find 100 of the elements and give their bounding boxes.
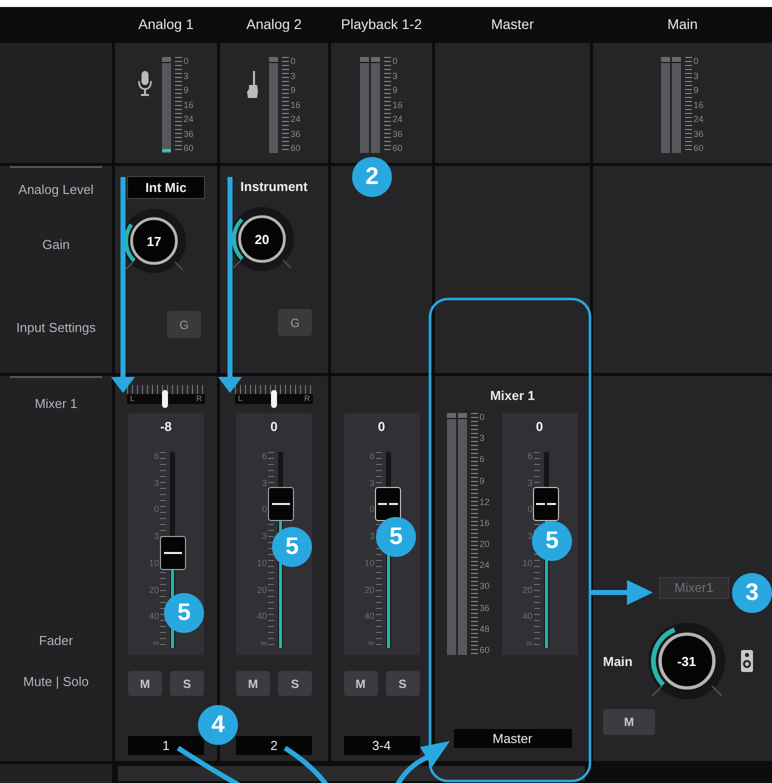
scale-label: 40 [256,612,267,622]
scale-label: ∞ [368,638,374,648]
scale-label: 20 [522,586,532,595]
mute-button[interactable]: M [236,671,270,696]
scale-label: 24 [479,561,490,570]
scale-label: 10 [522,558,532,568]
scale-label: 10 [364,558,374,568]
fader-value: 0 [378,419,386,434]
scale-label: 24 [693,115,704,124]
scale-label: 0 [154,505,159,514]
scale-label: 3 [183,72,190,80]
column-title: Playback 1-2 [341,16,422,32]
scale-label: 30 [479,582,490,592]
fader-value: 0 [270,419,278,434]
scale-label: 0 [183,57,190,66]
scale-label: 6 [154,452,159,461]
mix-title: Mixer 1 [490,388,535,403]
scale-label: 9 [392,86,398,95]
scale-label: 0 [262,505,267,514]
scale-label: 16 [290,100,300,110]
scale-label: 3 [369,532,374,542]
scale-label: 3 [154,478,159,488]
scale-label: 40 [364,612,374,622]
scale-label: 12 [479,498,490,507]
row-label: Mute | Solo [23,674,89,689]
scale-label: 48 [479,624,490,634]
scale-label: 3 [392,72,398,80]
scale-label: 36 [479,604,490,613]
scale-label: 60 [290,144,300,153]
row-label: Gain [42,237,70,252]
column-title: Analog 2 [246,16,302,32]
scale-label: 0 [527,505,532,514]
pan-slider[interactable]: L R [127,385,205,407]
mute-button[interactable]: M [344,671,378,696]
channel-name-field[interactable]: 3-4 [344,736,420,755]
channel-name-field[interactable]: Master [454,729,572,748]
row-label: Analog Level [18,182,94,197]
scale-label: 16 [392,100,402,110]
scale-label: 40 [522,612,532,622]
scale-label: 10 [148,558,159,568]
scale-label: 36 [693,130,704,138]
scale-label: 20 [148,586,159,595]
solo-button[interactable]: S [278,671,312,696]
scale-label: 6 [262,452,267,461]
scale-label: 60 [183,144,194,153]
column-title: Main [667,16,698,32]
scale-label: 3 [479,434,486,444]
solo-button[interactable]: S [170,671,204,696]
scale-label: 6 [369,452,374,461]
mute-button[interactable]: M [603,709,655,735]
channel-name-field[interactable]: 1 [128,736,204,755]
scale-label: 6 [527,452,532,461]
output-label: Main [603,654,633,668]
solo-button[interactable]: S [386,671,420,696]
scale-label: 3 [693,72,700,80]
input-source-field[interactable]: Int Mic [127,176,205,199]
scale-label: ∞ [152,638,159,648]
scale-label: 9 [290,86,296,95]
column-title: Analog 1 [138,16,194,32]
scale-label: 3 [527,532,532,542]
scale-label: 3 [154,532,159,542]
scale-label: 24 [392,115,402,124]
scale-label: 3 [290,72,296,80]
scale-label: 24 [183,115,194,124]
scale-label: ∞ [260,638,267,648]
fader-value: 0 [536,419,544,434]
scale-label: 0 [392,57,398,66]
scale-label: 0 [479,413,486,422]
fader-value: -8 [160,419,172,434]
scale-label: 3 [262,478,267,488]
scale-label: 6 [479,455,486,464]
scale-label: 9 [693,86,700,95]
scale-label: 36 [392,130,402,138]
scale-label: 40 [148,612,159,622]
mute-button[interactable]: M [128,671,162,696]
row-label: Fader [39,633,73,648]
settings-button[interactable]: G [167,311,201,338]
scale-label: 10 [256,558,267,568]
scale-label: 3 [369,478,374,488]
column-title: Master [491,16,534,32]
row-label: Input Settings [16,320,96,335]
input-source-label[interactable]: Instrument [232,176,316,197]
row-label: Mixer 1 [34,396,78,411]
settings-button[interactable]: G [278,309,312,336]
scale-label: 0 [369,505,374,514]
scale-label: 20 [479,540,490,550]
scale-label: 0 [693,57,700,66]
scale-label: 9 [183,86,190,95]
scale-label: 36 [290,130,300,138]
scale-label: 60 [392,144,402,153]
scale-label: 60 [693,144,704,153]
scale-label: 3 [262,532,267,542]
scale-label: 3 [527,478,532,488]
scale-label: 16 [183,100,194,110]
channel-name-field[interactable]: 2 [236,736,312,755]
scale-label: 36 [183,130,194,138]
scale-label: 16 [479,518,490,528]
scale-label: 16 [693,100,704,110]
pan-slider[interactable]: L R [235,385,313,407]
scale-label: 20 [364,586,374,595]
